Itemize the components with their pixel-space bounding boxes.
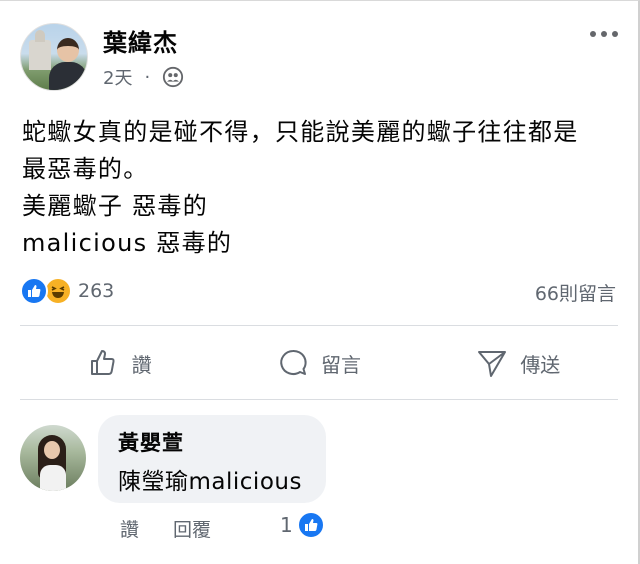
comment-button[interactable]: 留言 xyxy=(219,331,418,395)
like-label: 讚 xyxy=(131,352,152,377)
send-button[interactable]: 傳送 xyxy=(419,331,618,395)
post-text-line: 美麗蠍子 惡毒的 xyxy=(22,192,209,220)
comment-bubble: 黃嬰萱 陳瑩瑜malicious xyxy=(98,415,326,503)
author-avatar[interactable] xyxy=(20,23,88,91)
avatar-person-body xyxy=(49,62,87,90)
more-options-icon[interactable] xyxy=(590,31,618,37)
divider xyxy=(20,399,618,400)
post-text: 蛇蠍女真的是碰不得，只能說美麗的蠍子往往都是 最惡毒的。 美麗蠍子 惡毒的 ma… xyxy=(22,114,622,262)
avatar-face xyxy=(44,441,60,459)
haha-icon xyxy=(44,277,72,305)
avatar-castle xyxy=(29,30,51,70)
post-time[interactable]: 2天 xyxy=(103,64,132,90)
facebook-post: 葉緯杰 2天 · 蛇蠍女真的是碰不得，只能說美麗的蠍子往往都是 最惡毒的。 美麗… xyxy=(0,0,640,564)
comment-label: 留言 xyxy=(320,352,361,377)
post-text-line: malicious 惡毒的 xyxy=(22,229,233,257)
comment-like-count: 1 xyxy=(280,513,293,537)
send-label: 傳送 xyxy=(520,352,561,377)
like-button[interactable]: 讚 xyxy=(20,331,219,395)
reactions-summary[interactable]: 263 xyxy=(20,277,114,305)
thumbs-up-icon xyxy=(90,350,115,375)
comment-like-button[interactable]: 讚 xyxy=(120,515,139,542)
author-name[interactable]: 葉緯杰 xyxy=(103,23,178,58)
reaction-count: 263 xyxy=(78,280,115,302)
comment-text: 陳瑩瑜malicious xyxy=(118,469,302,495)
meta-separator: · xyxy=(144,66,151,88)
comment-reactions[interactable]: 1 xyxy=(280,511,325,539)
like-icon xyxy=(20,277,48,305)
divider xyxy=(20,325,618,326)
commenter-name[interactable]: 黃嬰萱 xyxy=(118,427,184,457)
comment-reply-button[interactable]: 回覆 xyxy=(173,515,211,542)
send-icon xyxy=(478,351,507,377)
post-meta: 2天 · xyxy=(103,64,184,90)
comment-actions: 讚 回覆 xyxy=(120,515,211,542)
friends-icon[interactable] xyxy=(162,66,184,88)
comment-count[interactable]: 66則留言 xyxy=(535,279,616,306)
post-text-line: 最惡毒的。 xyxy=(22,155,149,183)
avatar-dress xyxy=(40,465,66,491)
avatar-person-head xyxy=(57,38,79,62)
commenter-avatar[interactable] xyxy=(20,425,86,491)
post-text-line: 蛇蠍女真的是碰不得，只能說美麗的蠍子往往都是 xyxy=(22,118,579,146)
comment-icon xyxy=(280,349,307,375)
like-icon xyxy=(296,511,325,539)
post-actions: 讚 留言 傳送 xyxy=(20,331,618,395)
